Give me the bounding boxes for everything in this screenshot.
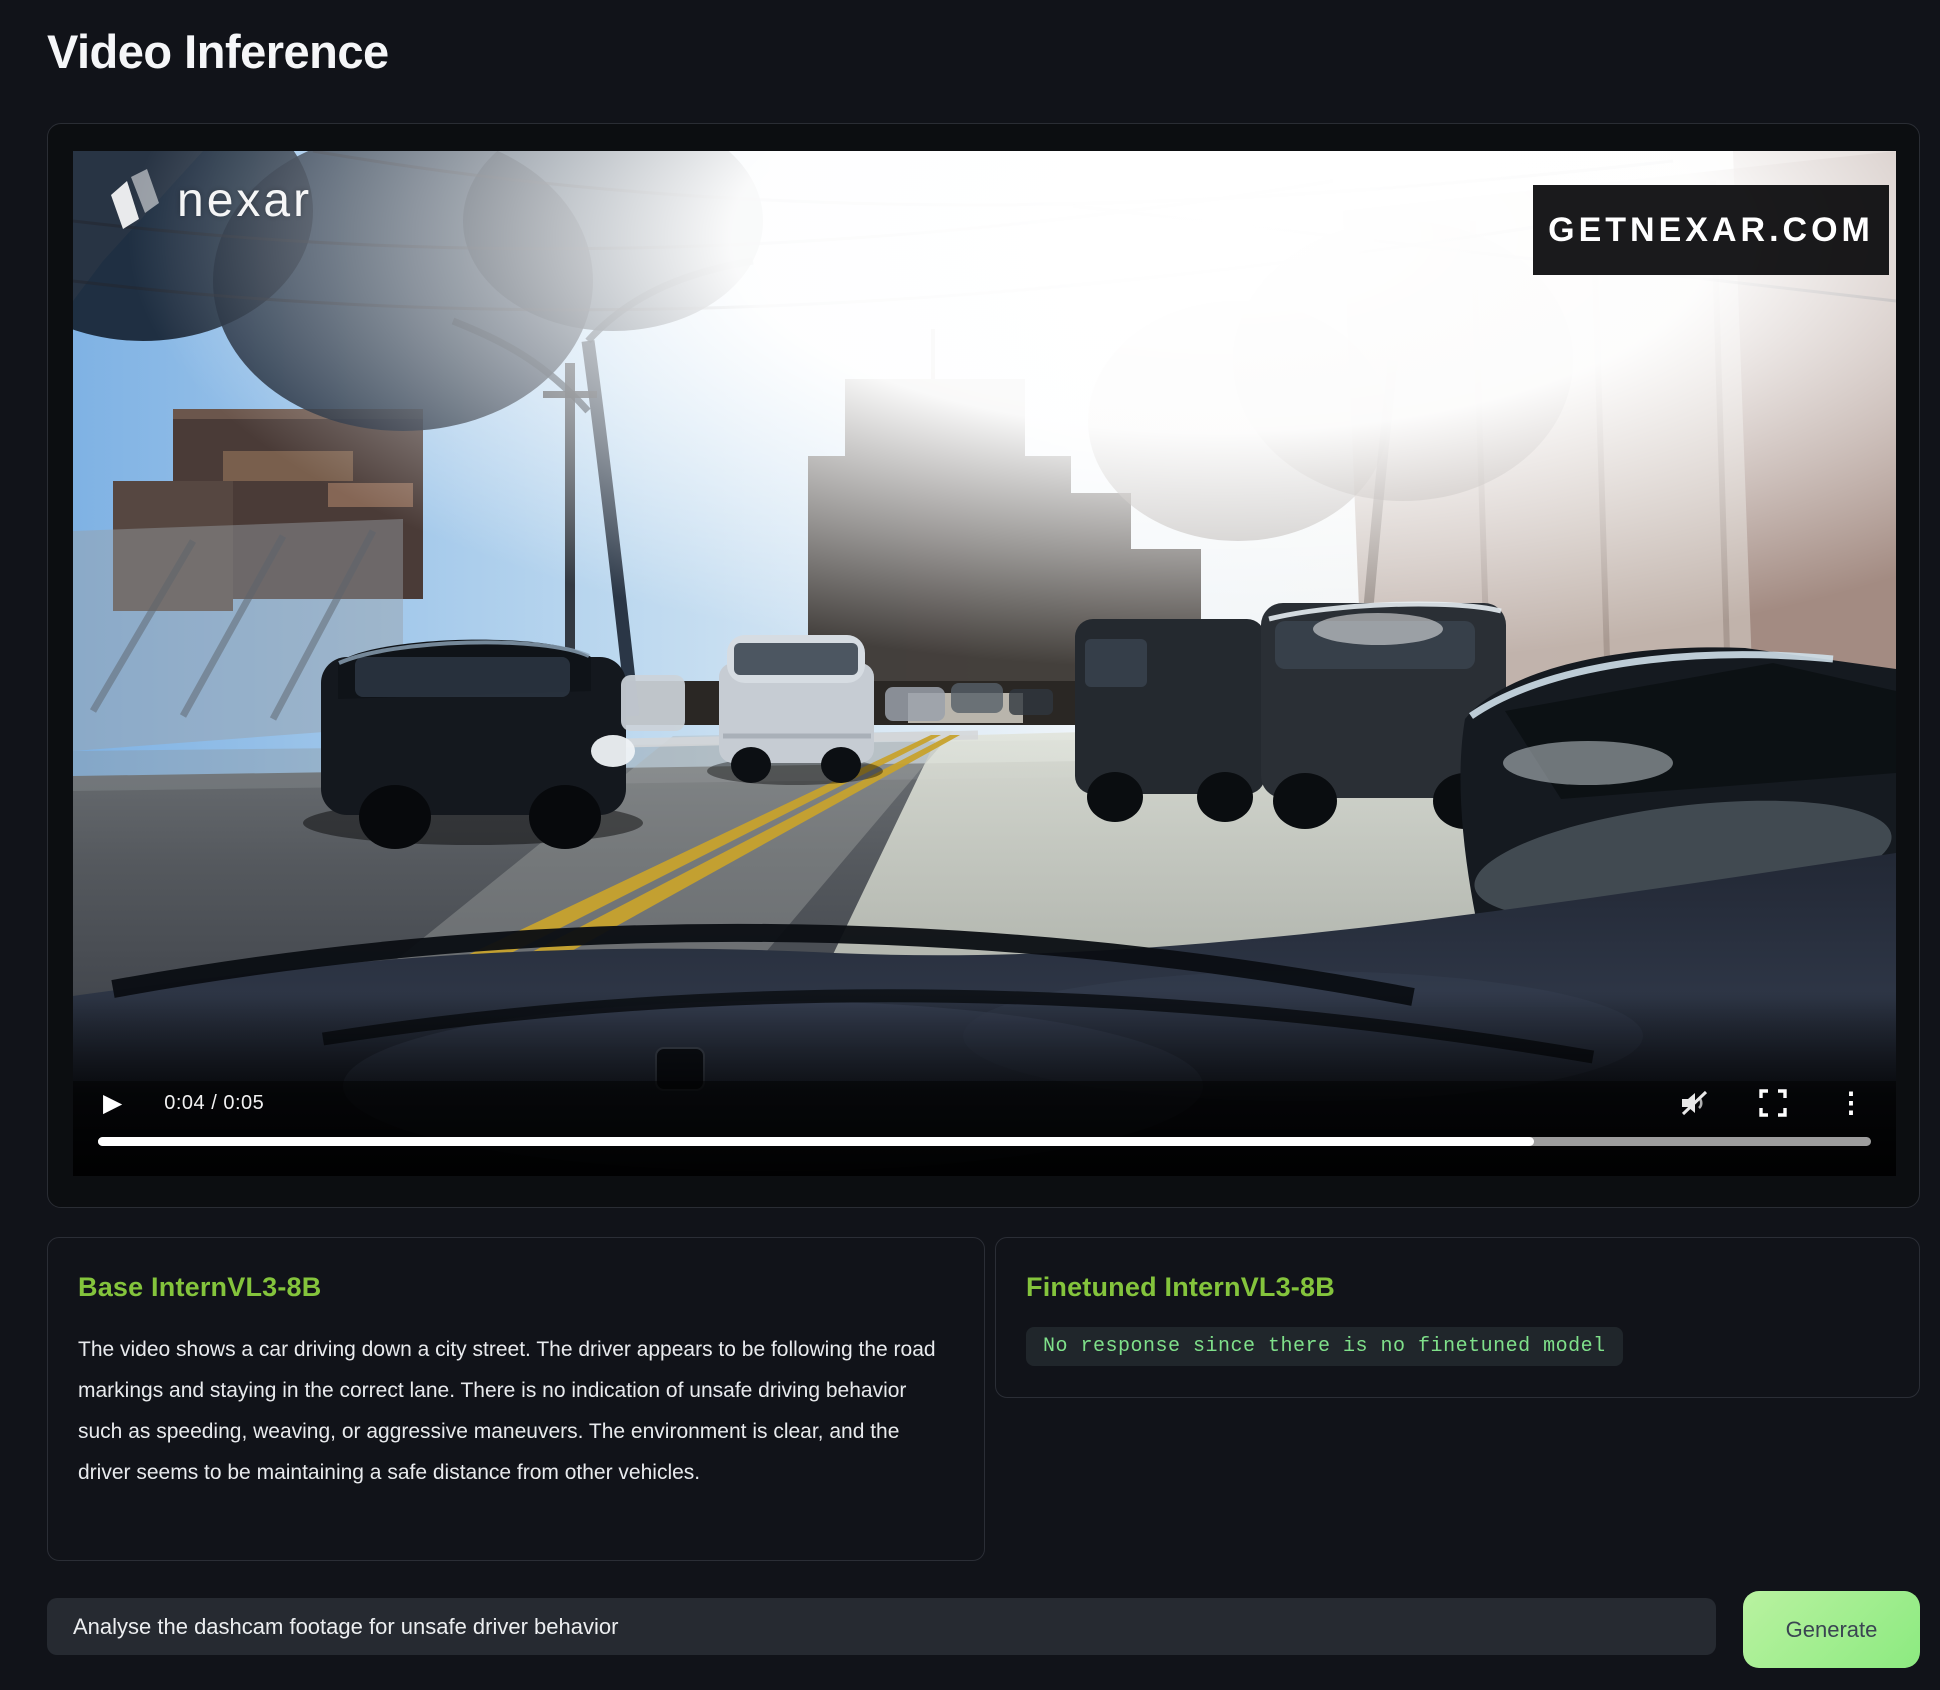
kebab-menu-icon: ⋮ — [1837, 1089, 1865, 1117]
generate-button[interactable]: Generate — [1743, 1591, 1920, 1668]
nexar-logo-icon — [109, 169, 161, 231]
generate-button-label: Generate — [1786, 1617, 1878, 1643]
page-title: Video Inference — [47, 24, 389, 79]
fullscreen-button[interactable] — [1754, 1084, 1792, 1122]
dashcam-scene-illustration — [73, 151, 1896, 1176]
getnexar-badge-text: GETNEXAR.COM — [1548, 211, 1874, 250]
play-button[interactable]: ▶ — [103, 1091, 122, 1116]
finetuned-model-panel: Finetuned InternVL3-8B No response since… — [995, 1237, 1920, 1398]
getnexar-badge: GETNEXAR.COM — [1533, 185, 1889, 275]
fullscreen-icon — [1757, 1087, 1789, 1119]
prompt-input[interactable] — [47, 1598, 1716, 1655]
nexar-watermark-text: nexar — [177, 173, 312, 228]
video-progress-fill — [98, 1137, 1534, 1146]
more-options-button[interactable]: ⋮ — [1832, 1084, 1870, 1122]
nexar-watermark: nexar — [109, 169, 312, 231]
base-model-response: The video shows a car driving down a cit… — [78, 1329, 954, 1493]
base-model-title: Base InternVL3-8B — [78, 1272, 954, 1303]
no-response-chip: No response since there is no finetuned … — [1026, 1327, 1623, 1366]
muted-speaker-icon — [1678, 1086, 1712, 1120]
base-model-panel: Base InternVL3-8B The video shows a car … — [47, 1237, 985, 1561]
finetuned-model-title: Finetuned InternVL3-8B — [1026, 1272, 1889, 1303]
time-display: 0:04 / 0:05 — [164, 1092, 264, 1115]
mute-button[interactable] — [1676, 1084, 1714, 1122]
video-controls-bar: ▶ 0:04 / 0:05 ⋮ — [103, 1084, 1870, 1122]
video-progress-bar[interactable] — [98, 1137, 1871, 1146]
dashcam-video-player[interactable]: nexar GETNEXAR.COM ▶ 0:04 / 0:05 — [73, 151, 1896, 1176]
video-card: nexar GETNEXAR.COM ▶ 0:04 / 0:05 — [47, 123, 1920, 1208]
